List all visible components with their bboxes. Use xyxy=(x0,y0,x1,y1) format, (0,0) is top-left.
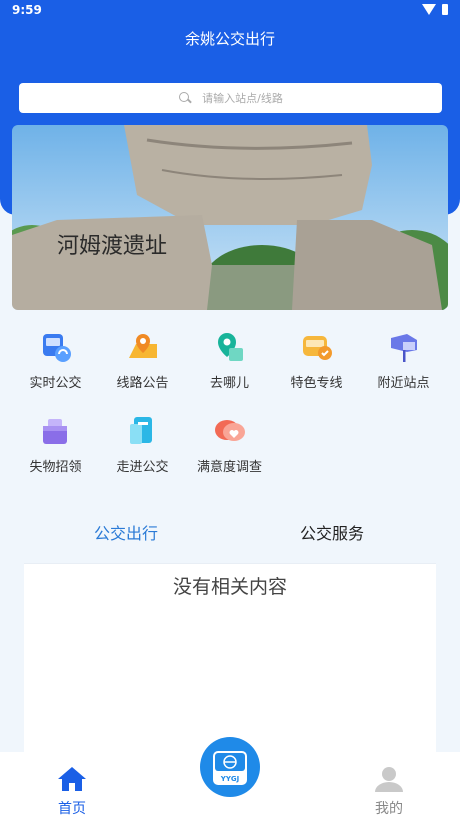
banner-image[interactable]: 河姆渡遗址 xyxy=(12,125,448,310)
nearby-stop-icon xyxy=(390,334,417,362)
nav-home-label: 首页 xyxy=(58,801,86,817)
nav-home[interactable]: 首页 xyxy=(32,766,112,818)
wifi-icon xyxy=(422,4,436,15)
bus-logo-icon: YYGJ xyxy=(200,737,260,797)
status-time: 9:59 xyxy=(12,3,42,17)
status-icons xyxy=(422,4,448,15)
page-title: 余姚公交出行 xyxy=(184,30,275,48)
grid-item-special-line[interactable]: 特色专线 xyxy=(273,330,360,391)
grid-item-destination[interactable]: 去哪儿 xyxy=(186,330,273,391)
grid-item-about-bus[interactable]: 走进公交 xyxy=(99,414,186,475)
grid-label: 特色专线 xyxy=(290,376,343,391)
grid-label: 实时公交 xyxy=(29,376,82,391)
grid-label: 附近站点 xyxy=(377,376,430,391)
route-map-icon xyxy=(128,334,157,358)
grid-label: 满意度调查 xyxy=(196,460,262,475)
grid-item-nearby-stop[interactable]: 附近站点 xyxy=(360,330,447,391)
user-icon xyxy=(375,767,403,792)
tab-bar: 公交出行 公交服务 xyxy=(0,520,460,550)
content-panel: 没有相关内容 xyxy=(24,563,436,763)
special-bus-icon xyxy=(302,336,332,360)
center-badge-text: YYGJ xyxy=(220,775,240,783)
grid-label: 失物招领 xyxy=(29,460,82,475)
grid-label: 线路公告 xyxy=(116,376,169,391)
bus-realtime-icon xyxy=(42,334,71,362)
status-bar: 9:59 xyxy=(0,0,460,22)
center-bus-button[interactable]: YYGJ xyxy=(197,734,263,800)
tab-bus-travel[interactable]: 公交出行 xyxy=(94,520,158,544)
tab-bus-service[interactable]: 公交服务 xyxy=(300,520,364,544)
destination-icon xyxy=(217,333,243,361)
grid-item-realtime-bus[interactable]: 实时公交 xyxy=(12,330,99,391)
search-icon xyxy=(178,91,192,105)
grid-item-route-notice[interactable]: 线路公告 xyxy=(99,330,186,391)
search-input[interactable]: 请输入站点/线路 xyxy=(19,83,442,113)
survey-icon xyxy=(214,420,245,441)
grid-label: 走进公交 xyxy=(116,460,169,475)
battery-icon xyxy=(442,4,448,15)
empty-state-text: 没有相关内容 xyxy=(172,576,287,598)
nav-mine[interactable]: 我的 xyxy=(349,766,429,818)
banner-caption: 河姆渡遗址 xyxy=(57,234,167,259)
about-bus-icon xyxy=(129,417,152,444)
grid-label: 去哪儿 xyxy=(209,376,249,391)
search-placeholder: 请输入站点/线路 xyxy=(202,92,283,105)
banner-illustration: 河姆渡遗址 xyxy=(12,125,448,310)
nav-mine-label: 我的 xyxy=(375,801,403,817)
home-icon xyxy=(58,767,86,791)
lost-found-icon xyxy=(42,419,67,444)
grid-item-survey[interactable]: 满意度调查 xyxy=(186,414,273,475)
grid-item-lost-found[interactable]: 失物招领 xyxy=(12,414,99,475)
